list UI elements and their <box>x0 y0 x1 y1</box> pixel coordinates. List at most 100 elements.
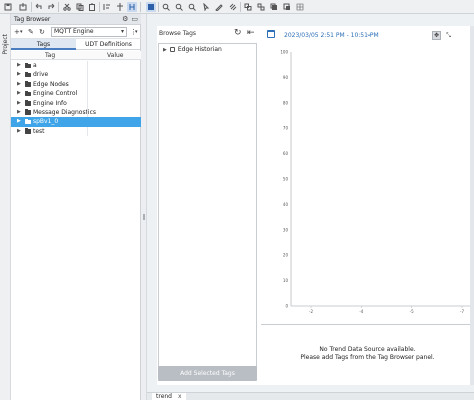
expand-arrow-icon[interactable]: ▶ <box>17 99 21 108</box>
y-tick-label: 80 <box>283 100 289 105</box>
browse-tags-tree: ▶ Edge Historian <box>158 43 257 369</box>
tag-tree-row[interactable]: ▶ Edge Nodes <box>11 79 141 90</box>
align-icon[interactable] <box>102 2 112 12</box>
tag-folder-name: Edge Nodes <box>33 80 69 88</box>
trend-chart-panel: 2023/03/05 2:51 PM - 10:51 PM ⌄ ✥ ⤡ 0 10 2… <box>261 26 474 385</box>
refresh-icon[interactable]: ↻ <box>234 28 242 38</box>
tag-tree-row-selected[interactable]: ▶ spBv1_0 <box>11 117 141 127</box>
tag-table-header: Tag Value <box>11 51 141 60</box>
bring-front-icon[interactable] <box>269 2 279 12</box>
panel-minimize-icon[interactable]: ▭ <box>131 15 138 23</box>
tag-provider-select[interactable]: MQTT Engine ▾ <box>51 27 127 37</box>
y-tick-label: 20 <box>283 253 289 258</box>
expand-arrow-icon[interactable]: ▶ <box>17 117 21 126</box>
historian-icon <box>169 47 175 52</box>
tab-trend-label: trend <box>156 393 172 400</box>
send-back-icon[interactable] <box>282 2 292 12</box>
ungroup-icon[interactable] <box>256 2 266 12</box>
tag-tree-row[interactable]: ▶ a <box>11 61 141 71</box>
y-tick-label: 90 <box>283 75 289 80</box>
historian-label: Edge Historian <box>177 46 222 53</box>
distribute-icon[interactable] <box>115 2 125 12</box>
tag-folder-name: Engine Control <box>33 90 78 98</box>
trend-plot-area[interactable]: 0 10 20 30 40 50 60 70 80 90 100 -2 -4 -5 -7 <box>261 44 474 324</box>
date-range-label[interactable]: 2023/03/05 2:51 PM - 10:51 PM <box>284 32 379 39</box>
redo-icon[interactable] <box>46 2 56 12</box>
refresh-tags-icon[interactable]: ↻ <box>39 28 45 36</box>
tab-udt-definitions[interactable]: UDT Definitions <box>76 39 141 50</box>
expand-arrow-icon[interactable]: ▶ <box>17 70 21 79</box>
tag-tree-row[interactable]: ▶ test <box>11 126 141 137</box>
zoom-out-icon[interactable] <box>174 2 184 12</box>
folder-icon <box>25 62 31 68</box>
undo-icon[interactable] <box>34 2 44 12</box>
link-icon[interactable] <box>228 2 238 12</box>
browse-tags-title: Browse Tags <box>159 30 197 37</box>
folder-icon <box>25 128 31 134</box>
folder-icon <box>25 81 31 87</box>
expand-arrow-icon[interactable]: ▶ <box>17 80 21 89</box>
folder-icon <box>25 109 31 115</box>
zoom-fit-icon[interactable] <box>187 2 197 12</box>
calendar-icon[interactable] <box>267 30 275 38</box>
expand-arrow-icon[interactable]: ▶ <box>17 127 21 136</box>
add-tag-icon[interactable]: + <box>14 28 20 36</box>
tag-folder-name: Engine Info <box>33 99 67 107</box>
more-options-dropdown-icon[interactable]: ▾ <box>135 28 138 36</box>
tab-tags[interactable]: Tags <box>11 39 76 50</box>
zoom-tool-icon[interactable]: ⤡ <box>444 31 453 40</box>
column-header-value[interactable]: Value <box>107 52 123 59</box>
pen-icon[interactable] <box>214 2 224 12</box>
tag-browser-title: Tag Browser <box>14 16 51 23</box>
folder-icon <box>25 100 31 106</box>
close-icon[interactable]: x <box>178 393 182 400</box>
edit-tag-icon[interactable]: ✎ <box>28 28 34 36</box>
tag-folder-name: a <box>33 62 37 69</box>
expand-arrow-icon[interactable]: ▶ <box>17 108 21 117</box>
project-side-tab[interactable]: Project <box>0 14 11 400</box>
add-tag-dropdown-icon[interactable]: ▾ <box>20 28 23 36</box>
expand-arrow-icon[interactable]: ▶ <box>163 47 167 53</box>
preview-mode-icon[interactable] <box>146 2 156 12</box>
tag-tree-row[interactable]: ▶ Message Diagnostics <box>11 107 141 118</box>
historian-tree-item[interactable]: ▶ Edge Historian <box>163 46 222 53</box>
chevron-down-icon[interactable]: ⌄ <box>366 30 372 38</box>
tag-browser-tabs: Tags UDT Definitions <box>11 39 141 50</box>
copy-icon[interactable] <box>75 2 85 12</box>
tag-tree-row[interactable]: ▶ drive <box>11 70 141 80</box>
zoom-in-icon[interactable] <box>161 2 171 12</box>
browse-tags-panel: Browse Tags ↻ ⇤ ▶ Edge Historian Add Sele… <box>157 26 261 385</box>
selection-mode-icon[interactable] <box>127 2 137 12</box>
plot-divider <box>261 324 474 325</box>
tag-tree: ▶ a ▶ drive ▶ Edge Nodes ▶ Engine Control ▶ E… <box>11 61 141 137</box>
save-icon[interactable] <box>3 2 13 12</box>
cut-icon[interactable] <box>62 2 72 12</box>
paste-icon[interactable] <box>87 2 97 12</box>
chevron-down-icon: ▾ <box>120 28 124 35</box>
main-toolbar <box>0 0 474 14</box>
snap-icon[interactable] <box>295 2 305 12</box>
panel-settings-icon[interactable]: ⚙ <box>122 15 128 23</box>
x-tick-label: -7 <box>460 309 464 314</box>
x-tick-label: -2 <box>309 309 313 314</box>
y-tick-label: 0 <box>285 304 288 309</box>
right-scrollbar[interactable] <box>470 26 474 385</box>
export-icon[interactable] <box>18 2 28 12</box>
tag-folder-name: spBv1_0 <box>33 118 59 126</box>
pan-tool-icon[interactable]: ✥ <box>432 31 441 40</box>
tag-browser-toolbar: + ▾ ✎ ↻ MQTT Engine ▾ ⋮ ▾ <box>11 25 141 39</box>
tag-tree-row[interactable]: ▶ Engine Info <box>11 98 141 108</box>
pointer-icon[interactable] <box>201 2 211 12</box>
y-tick-label: 70 <box>283 126 289 131</box>
group-icon[interactable] <box>243 2 253 12</box>
expand-arrow-icon[interactable]: ▶ <box>17 61 21 70</box>
y-tick-label: 100 <box>280 50 288 55</box>
column-header-tag[interactable]: Tag <box>45 52 55 59</box>
folder-icon <box>25 71 31 78</box>
collapse-panel-icon[interactable]: ⇤ <box>247 28 255 38</box>
y-tick-label: 10 <box>283 278 289 283</box>
expand-arrow-icon[interactable]: ▶ <box>17 89 21 98</box>
add-selected-tags-button[interactable]: Add Selected Tags <box>158 366 257 381</box>
folder-icon <box>25 90 31 97</box>
tag-tree-row[interactable]: ▶ Engine Control <box>11 89 141 99</box>
